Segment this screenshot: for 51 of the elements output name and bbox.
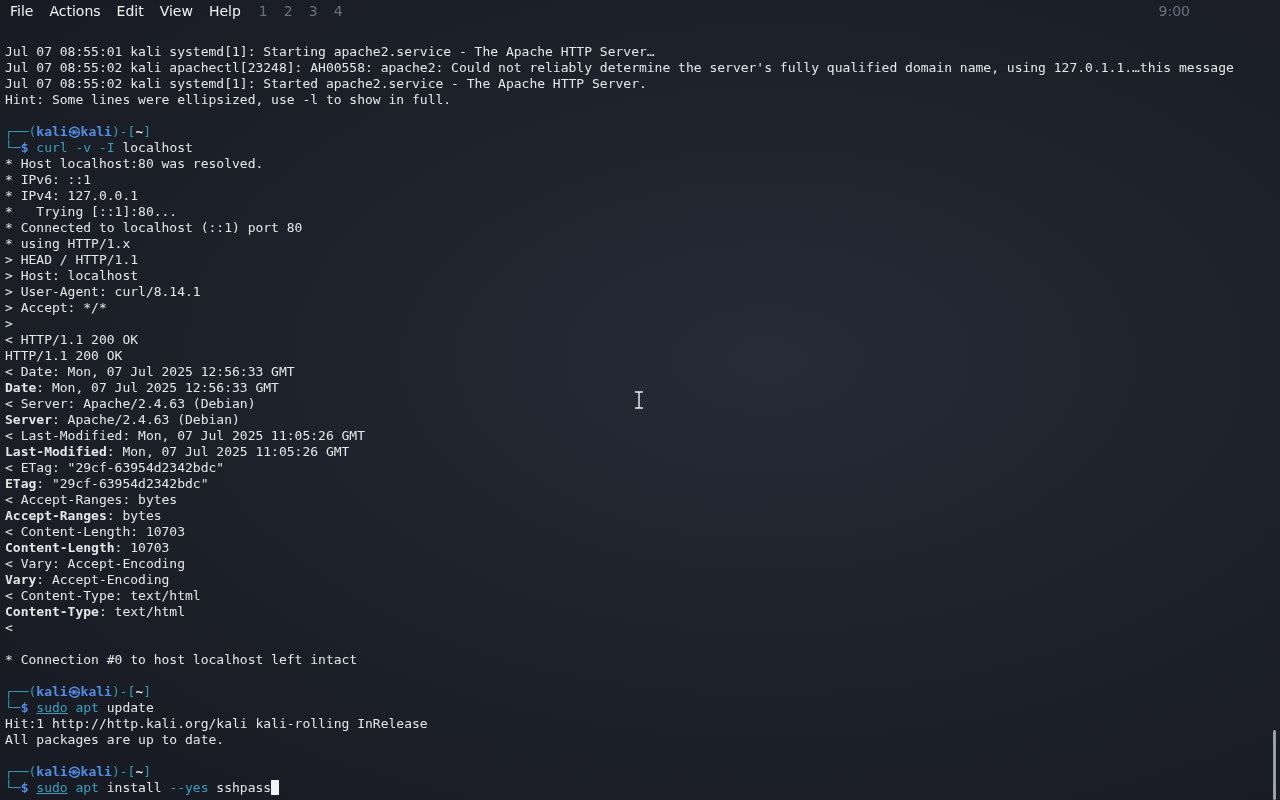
output-line: < HTTP/1.1 200 OK bbox=[5, 332, 139, 348]
output-line: * using HTTP/1.x bbox=[5, 236, 131, 252]
output-line: > Accept: */* bbox=[5, 300, 107, 316]
output-line: > bbox=[5, 316, 13, 332]
output-line: * Trying [::1]:80... bbox=[5, 204, 178, 220]
output-line: * Connection #0 to host localhost left intact bbox=[5, 652, 358, 668]
output-line: > HEAD / HTTP/1.1 bbox=[5, 252, 139, 268]
menu-item[interactable]: View bbox=[151, 1, 201, 21]
menu-item[interactable]: File bbox=[2, 1, 42, 21]
output-line: < Accept-Ranges: bytes bbox=[5, 492, 178, 508]
output-line: > Host: localhost bbox=[5, 268, 139, 284]
header-line: Content-Type: text/html bbox=[5, 604, 185, 620]
output-line: All packages are up to date. bbox=[5, 732, 225, 748]
menu-item[interactable]: Help bbox=[200, 1, 249, 21]
output-line: * IPv6: ::1 bbox=[5, 172, 92, 188]
output-line: > User-Agent: curl/8.14.1 bbox=[5, 284, 201, 300]
output-line: < Content-Length: 10703 bbox=[5, 524, 185, 540]
output-line: HTTP/1.1 200 OK bbox=[5, 348, 123, 364]
scrollbar[interactable] bbox=[1273, 730, 1276, 800]
header-line: Vary: Accept-Encoding bbox=[5, 572, 170, 588]
output-line: < Content-Type: text/html bbox=[5, 588, 201, 604]
prompt-line: ┌──(kali㉿kali)-[~] bbox=[5, 684, 152, 700]
menu-item[interactable]: Edit bbox=[108, 1, 152, 21]
text-pointer-icon bbox=[634, 391, 644, 409]
output-line: < Server: Apache/2.4.63 (Debian) bbox=[5, 396, 256, 412]
output-line: * Connected to localhost (::1) port 80 bbox=[5, 220, 303, 236]
output-line: < Last-Modified: Mon, 07 Jul 2025 11:05:26 GMT bbox=[5, 428, 366, 444]
output-line: < ETag: "29cf-63954d2342bdc" bbox=[5, 460, 225, 476]
output-line: * Host localhost:80 was resolved. bbox=[5, 156, 264, 172]
output-line: Jul 07 08:55:02 kali systemd[1]: Started apache2.service - The Apache HTTP Server. bbox=[5, 76, 647, 92]
header-line: Last-Modified: Mon, 07 Jul 2025 11:05:26 GMT bbox=[5, 444, 350, 460]
menu-item[interactable]: Actions bbox=[41, 1, 109, 21]
output-line: < Date: Mon, 07 Jul 2025 12:56:33 GMT bbox=[5, 364, 295, 380]
header-line: ETag: "29cf-63954d2342bdc" bbox=[5, 476, 209, 492]
header-line: Content-Length: 10703 bbox=[5, 540, 170, 556]
output-line: Jul 07 08:55:01 kali systemd[1]: Starting apache2.service - The Apache HTTP Server… bbox=[5, 44, 655, 60]
panel-clock: 9:00 bbox=[1158, 3, 1190, 19]
header-line: Accept-Ranges: bytes bbox=[5, 508, 162, 524]
output-line: Hit:1 http://http.kali.org/kali kali-rolling InRelease bbox=[5, 716, 428, 732]
header-line: Date: Mon, 07 Jul 2025 12:56:33 GMT bbox=[5, 380, 279, 396]
output-line: * IPv4: 127.0.0.1 bbox=[5, 188, 139, 204]
prompt-line: ┌──(kali㉿kali)-[~] bbox=[5, 124, 152, 140]
output-line: Jul 07 08:55:02 kali apachectl[23248]: AH00558: apache2: Could not reliably determine the server's fully qualified domain name, using 127.0.1.1.…this message bbox=[5, 60, 1234, 76]
output-line: < bbox=[5, 620, 13, 636]
command-line: └─$ curl -v -I localhost bbox=[5, 140, 193, 156]
prompt-line: ┌──(kali㉿kali)-[~] bbox=[5, 764, 152, 780]
header-line: Server: Apache/2.4.63 (Debian) bbox=[5, 412, 240, 428]
command-line: └─$ sudo apt update bbox=[5, 700, 154, 716]
command-line: └─$ sudo apt install --yes sshpass bbox=[5, 780, 272, 796]
output-line: < Vary: Accept-Encoding bbox=[5, 556, 185, 572]
output-line: Hint: Some lines were ellipsized, use -l to show in full. bbox=[5, 92, 452, 108]
